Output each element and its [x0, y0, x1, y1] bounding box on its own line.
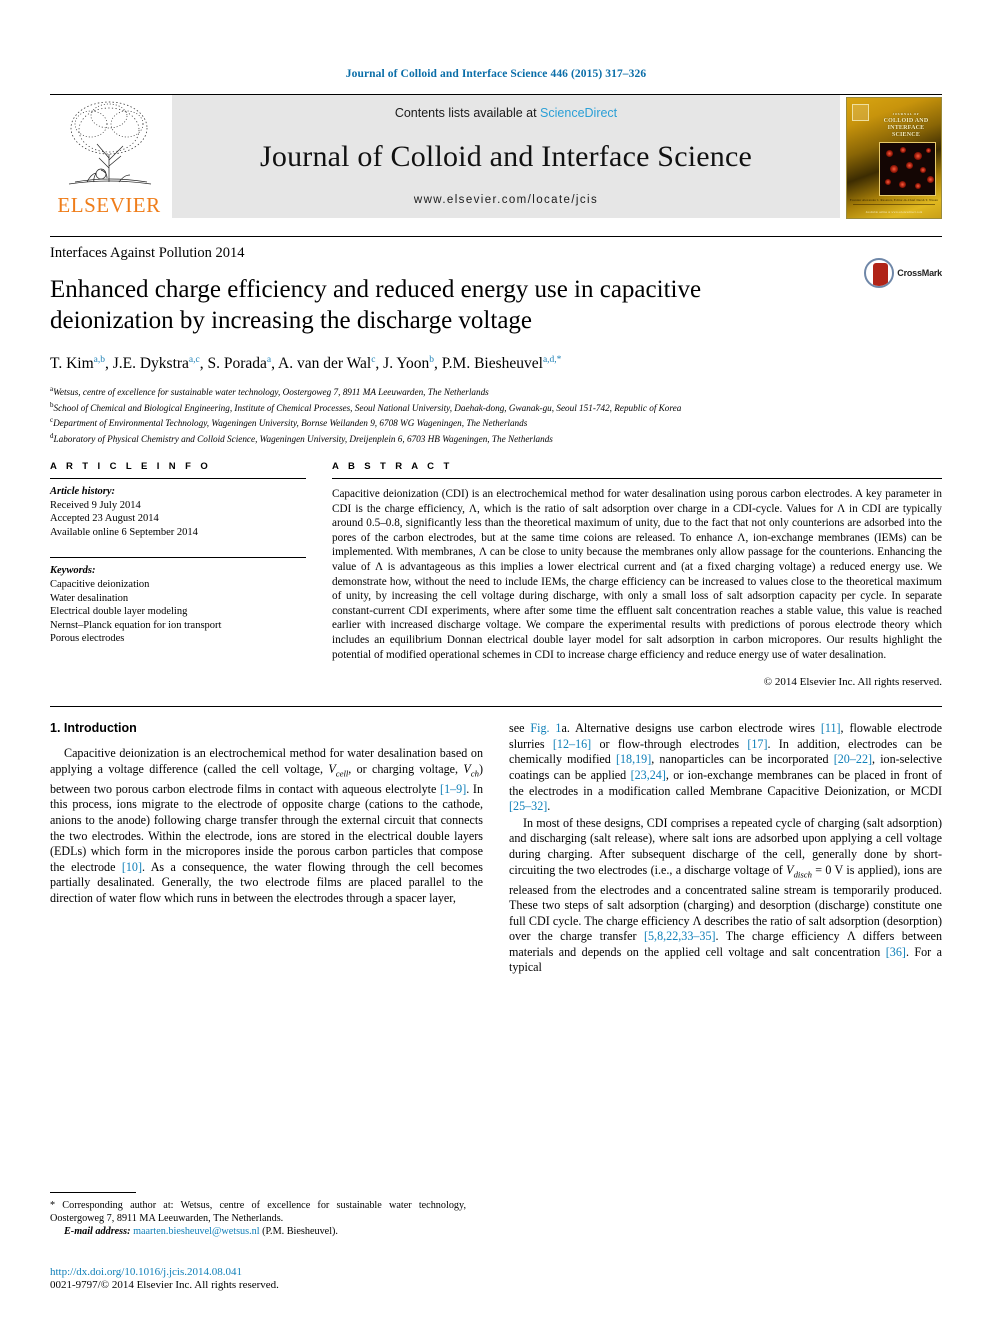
- email-link[interactable]: maarten.biesheuvel@wetsus.nl: [133, 1226, 260, 1237]
- issn-copyright: 0021-9797/© 2014 Elsevier Inc. All right…: [50, 1279, 279, 1291]
- paper-page: Journal of Colloid and Interface Science…: [0, 0, 992, 1323]
- contents-prefix: Contents lists available at: [394, 106, 541, 120]
- citation-ref[interactable]: [18,19]: [616, 752, 651, 766]
- cover-micrograph-icon: [879, 142, 936, 196]
- series-line: Interfaces Against Pollution 2014: [50, 245, 245, 261]
- crossmark-badge[interactable]: CrossMark: [864, 258, 942, 288]
- journal-cover-thumbnail[interactable]: JOURNAL OF COLLOID AND INTERFACE SCIENCE: [846, 97, 942, 219]
- cover-kicker: JOURNAL OF: [892, 112, 920, 116]
- citation-ref[interactable]: [25–32]: [509, 799, 547, 813]
- title-block: Interfaces Against Pollution 2014 CrossM…: [50, 236, 942, 445]
- author-affiliation-marker: b: [429, 355, 435, 365]
- keyword-item: Capacitive deionization: [50, 579, 150, 590]
- page-title: Enhanced charge efficiency and reduced e…: [50, 276, 702, 334]
- keyword-item: Porous electrodes: [50, 633, 125, 645]
- author-item: J.E. Dykstraa,c: [112, 355, 200, 373]
- article-info-heading: A R T I C L E I N F O: [50, 461, 212, 473]
- author-affiliation-marker: c: [371, 355, 376, 365]
- keyword-item: Nernst–Planck equation for ion transport: [50, 619, 222, 631]
- body-column-right: see Fig. 1a. Alternative designs use car…: [509, 721, 942, 977]
- symbol-vch: Vch: [463, 761, 479, 779]
- author-item: S. Poradaa: [207, 355, 272, 373]
- author-list: T. Kima,b, J.E. Dykstraa,c, S. Poradaa, …: [50, 355, 562, 373]
- citation-ref[interactable]: [23,24]: [631, 768, 666, 782]
- masthead-center: Contents lists available at ScienceDirec…: [172, 95, 840, 218]
- contents-lists-line: Contents lists available at ScienceDirec…: [395, 106, 617, 120]
- article-history-label: Article history:: [50, 486, 116, 498]
- elsevier-logo: ELSEVIER: [50, 95, 168, 218]
- article-info-column: A R T I C L E I N F O Article history: R…: [50, 461, 306, 688]
- crossmark-icon: [864, 258, 895, 288]
- body-column-left: 1. Introduction Capacitive deionization …: [50, 721, 483, 977]
- title-rule: [50, 236, 942, 237]
- citation-ref[interactable]: [36]: [886, 945, 906, 959]
- elsevier-tree-icon: [68, 101, 152, 185]
- corresponding-author-note: * Corresponding author at: Wetsus, centr…: [50, 1200, 466, 1238]
- affiliation-item: dLaboratory of Physical Chemistry and Co…: [50, 431, 553, 444]
- abstract-heading: A B S T R A C T: [332, 461, 453, 473]
- author-item: T. Kima,b: [50, 355, 105, 373]
- figure-ref[interactable]: Fig. 1: [530, 721, 561, 735]
- footnote-block: * Corresponding author at: Wetsus, centr…: [50, 1192, 466, 1239]
- history-item: Received 9 July 2014: [50, 499, 141, 511]
- email-label: E-mail address:: [64, 1226, 131, 1238]
- citation-ref[interactable]: [17]: [747, 737, 767, 751]
- journal-title: Journal of Colloid and Interface Science: [260, 140, 752, 173]
- section-heading-introduction: 1. Introduction: [50, 721, 137, 736]
- body-columns: 1. Introduction Capacitive deionization …: [50, 721, 942, 977]
- paragraph-intro-right-1: see Fig. 1a. Alternative designs use car…: [509, 721, 942, 814]
- abstract-copyright: © 2014 Elsevier Inc. All rights reserved…: [763, 676, 942, 689]
- author-affiliation-marker: a,c: [188, 355, 200, 365]
- affiliation-list: aWetsus, centre of excellence for sustai…: [50, 383, 942, 445]
- journal-masthead: ELSEVIER Contents lists available at Sci…: [50, 94, 942, 219]
- citation-ref[interactable]: [1–9]: [440, 782, 466, 796]
- article-history-block: Article history: Received 9 July 2014 Ac…: [50, 479, 306, 539]
- crossmark-label: CrossMark: [897, 268, 942, 278]
- elsevier-wordmark: ELSEVIER: [57, 193, 161, 217]
- history-item: Accepted 23 August 2014: [50, 513, 159, 525]
- author-item: A. van der Walc: [278, 355, 376, 373]
- keywords-block: Keywords: Capacitive deionization Water …: [50, 558, 306, 646]
- keyword-item: Water desalination: [50, 592, 129, 604]
- author-affiliation-marker: a,b: [93, 355, 105, 365]
- info-abstract-section: A R T I C L E I N F O Article history: R…: [50, 461, 942, 688]
- cover-journal-name: COLLOID AND INTERFACE SCIENCE: [883, 118, 929, 138]
- author-affiliation-marker: a,d,*: [542, 355, 562, 365]
- doi-block: http://dx.doi.org/10.1016/j.jcis.2014.08…: [50, 1266, 480, 1291]
- sciencedirect-link[interactable]: ScienceDirect: [540, 106, 617, 120]
- citation-ref[interactable]: [5,8,22,33–35]: [644, 929, 716, 943]
- affiliation-item: aWetsus, centre of excellence for sustai…: [50, 385, 489, 398]
- keywords-label: Keywords:: [50, 565, 96, 577]
- citation-ref[interactable]: [20–22]: [834, 752, 872, 766]
- cover-title-text: JOURNAL OF COLLOID AND INTERFACE SCIENCE: [876, 111, 936, 139]
- cover-divider: [853, 204, 935, 205]
- author-item: J. Yoonb: [383, 355, 435, 373]
- author-affiliation-marker: a: [266, 355, 272, 365]
- body-divider: [50, 706, 942, 708]
- citation-ref[interactable]: [10]: [122, 860, 142, 874]
- symbol-vdisch: Vdisch: [786, 862, 812, 879]
- elsevier-badge-icon: [852, 104, 869, 121]
- abstract-text: Capacitive deionization (CDI) is an elec…: [332, 488, 942, 661]
- author-item: P.M. Biesheuvela,d,*: [441, 355, 562, 373]
- cover-footer: Available online at www.sciencedirect.co…: [865, 211, 923, 214]
- keyword-item: Electrical double layer modeling: [50, 606, 188, 618]
- doi-link[interactable]: http://dx.doi.org/10.1016/j.jcis.2014.08…: [50, 1266, 480, 1278]
- citation-ref[interactable]: [12–16]: [553, 737, 591, 751]
- footnote-rule: [50, 1192, 136, 1193]
- affiliation-item: bSchool of Chemical and Biological Engin…: [50, 400, 682, 413]
- running-head: Journal of Colloid and Interface Science…: [345, 68, 647, 80]
- affiliation-item: cDepartment of Environmental Technology,…: [50, 416, 528, 429]
- abstract-column: A B S T R A C T Capacitive deionization …: [332, 461, 942, 688]
- email-line: E-mail address: maarten.biesheuvel@wetsu…: [64, 1226, 338, 1238]
- history-item: Available online 6 September 2014: [50, 526, 198, 538]
- citation-ref[interactable]: [11]: [821, 721, 841, 735]
- cover-art: JOURNAL OF COLLOID AND INTERFACE SCIENCE: [846, 97, 942, 219]
- paragraph-intro-right-2: In most of these designs, CDI comprises …: [509, 815, 943, 975]
- cover-caption: Founder Alexander I. Rusanov, Editor-in-…: [849, 198, 939, 202]
- paragraph-intro-left: Capacitive deionization is an electroche…: [50, 746, 484, 905]
- symbol-vcell: Vcell: [328, 761, 349, 779]
- journal-homepage-url[interactable]: www.elsevier.com/locate/jcis: [414, 194, 598, 206]
